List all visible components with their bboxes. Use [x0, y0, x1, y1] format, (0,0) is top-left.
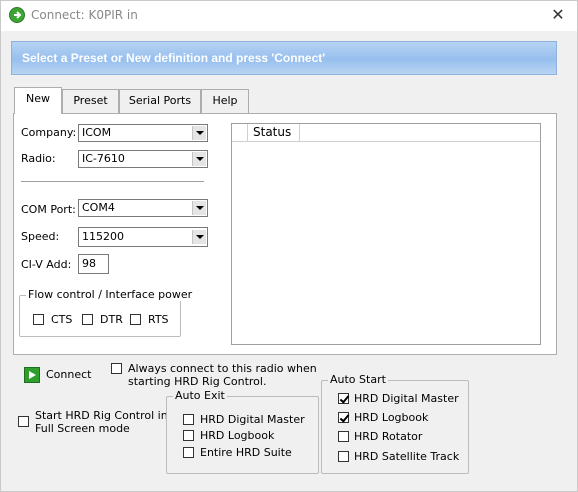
auto-start-satellite-track-checkbox[interactable]	[338, 451, 349, 462]
speed-label: Speed:	[21, 230, 60, 243]
status-list[interactable]: Status	[231, 123, 541, 345]
status-header-filler	[300, 124, 540, 142]
auto-start-title: Auto Start	[328, 373, 388, 386]
flow-control-group: Flow control / Interface power CTS DTR R…	[19, 288, 195, 337]
company-dropdown[interactable]: ICOM	[78, 124, 208, 142]
auto-exit-logbook-label: HRD Logbook	[200, 429, 275, 442]
cts-label: CTS	[51, 313, 73, 326]
banner-text: Select a Preset or New definition and pr…	[22, 51, 326, 65]
com-port-label: COM Port:	[21, 203, 76, 216]
company-value: ICOM	[82, 126, 112, 139]
auto-start-logbook-checkbox[interactable]	[338, 412, 349, 423]
auto-exit-entire-suite-checkbox[interactable]	[183, 447, 194, 458]
tab-serial-ports[interactable]: Serial Ports	[119, 89, 201, 113]
chevron-down-icon[interactable]	[192, 201, 206, 215]
com-port-value: COM4	[82, 201, 115, 214]
auto-start-group: Auto Start HRD Digital Master HRD Logboo…	[321, 373, 469, 474]
chevron-down-icon[interactable]	[192, 152, 206, 166]
auto-start-digital-master-label: HRD Digital Master	[354, 392, 459, 405]
instruction-banner: Select a Preset or New definition and pr…	[11, 41, 557, 75]
rts-label: RTS	[148, 313, 169, 326]
auto-start-rotator-checkbox[interactable]	[338, 431, 349, 442]
speed-value: 115200	[82, 230, 124, 243]
window-title: Connect: K0PIR in	[31, 8, 138, 22]
auto-start-rotator-label: HRD Rotator	[354, 430, 423, 443]
hrd-app-icon	[9, 7, 25, 23]
radio-label: Radio:	[21, 152, 56, 165]
auto-exit-digital-master-checkbox[interactable]	[183, 414, 194, 425]
auto-start-logbook-label: HRD Logbook	[354, 411, 429, 424]
tab-new[interactable]: New	[14, 87, 62, 114]
auto-start-digital-master-checkbox[interactable]	[338, 393, 349, 404]
full-screen-checkbox[interactable]	[18, 416, 29, 427]
always-connect-checkbox[interactable]	[111, 363, 122, 374]
auto-exit-entire-suite-label: Entire HRD Suite	[200, 446, 292, 459]
close-icon[interactable]: ✕	[545, 4, 571, 26]
radio-dropdown[interactable]: IC-7610	[78, 150, 208, 168]
chevron-down-icon[interactable]	[192, 230, 206, 244]
radio-value: IC-7610	[82, 152, 125, 165]
connect-dialog: Connect: K0PIR in ✕ Select a Preset or N…	[0, 0, 578, 492]
chevron-down-icon[interactable]	[192, 126, 206, 140]
rts-checkbox[interactable]	[130, 314, 141, 325]
com-port-dropdown[interactable]: COM4	[78, 199, 208, 217]
cts-checkbox[interactable]	[33, 314, 44, 325]
auto-start-satellite-track-label: HRD Satellite Track	[354, 450, 460, 463]
auto-exit-logbook-checkbox[interactable]	[183, 430, 194, 441]
connect-button[interactable]: Connect	[24, 365, 94, 385]
flow-control-title: Flow control / Interface power	[26, 288, 195, 301]
auto-exit-group: Auto Exit HRD Digital Master HRD Logbook…	[166, 389, 319, 474]
full-screen-label-line1: Start HRD Rig Control in	[35, 409, 168, 422]
speed-dropdown[interactable]: 115200	[78, 227, 208, 247]
auto-exit-digital-master-label: HRD Digital Master	[200, 413, 305, 426]
tab-preset[interactable]: Preset	[62, 89, 119, 113]
tab-help[interactable]: Help	[201, 89, 249, 113]
status-header-spacer	[232, 124, 248, 142]
civ-address-value: 98	[82, 257, 96, 270]
auto-exit-title: Auto Exit	[173, 389, 227, 402]
always-connect-label-line2: starting HRD Rig Control.	[128, 375, 267, 388]
title-bar: Connect: K0PIR in ✕	[1, 1, 577, 31]
full-screen-label-line2: Full Screen mode	[35, 422, 130, 435]
dtr-checkbox[interactable]	[82, 314, 93, 325]
dtr-label: DTR	[100, 313, 123, 326]
civ-address-label: CI-V Add:	[21, 258, 72, 271]
civ-address-input[interactable]: 98	[78, 254, 109, 274]
always-connect-label-line1: Always connect to this radio when	[128, 362, 317, 375]
status-column-header[interactable]: Status	[248, 124, 300, 142]
divider	[21, 181, 204, 183]
company-label: Company:	[21, 126, 77, 139]
connect-label: Connect	[46, 368, 92, 381]
arrow-right-icon	[24, 367, 40, 383]
